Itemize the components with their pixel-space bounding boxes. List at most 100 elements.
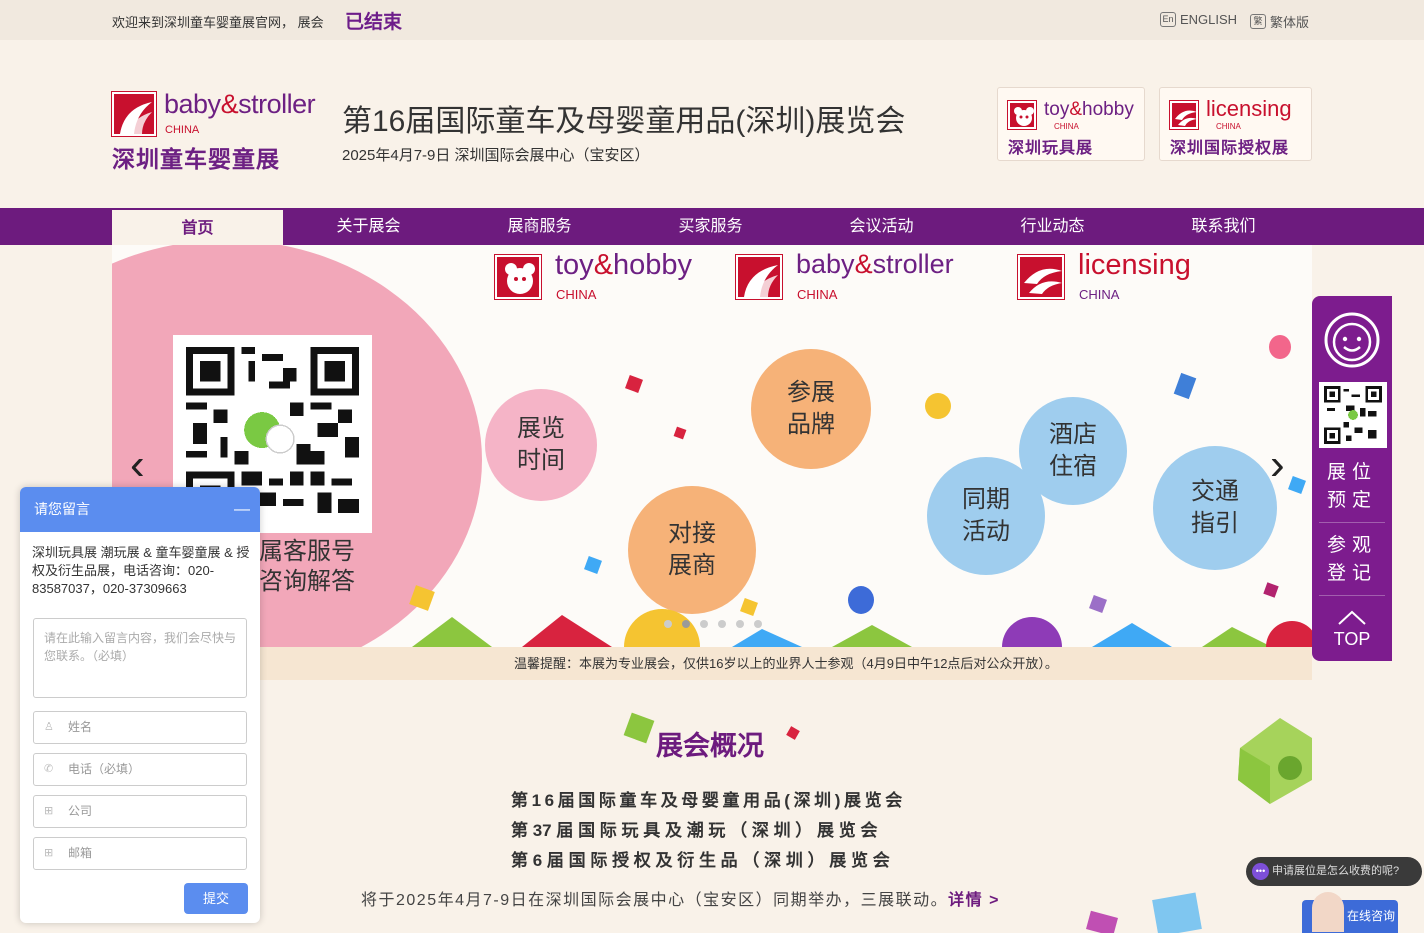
bubble-events[interactable]: 同期 活动 bbox=[927, 457, 1045, 575]
phone-icon: ✆ bbox=[44, 763, 54, 775]
letter-block-decoration bbox=[1173, 372, 1197, 400]
overview-line-2: 第 37 届 国 际 玩 具 及 潮 玩 （ 深 圳 ） 展 览 会 bbox=[511, 821, 878, 840]
submit-button[interactable]: 提交 bbox=[184, 883, 248, 914]
hero-banner[interactable]: 属客服号 咨询解答 toy&hobby CHINA baby&stroller … bbox=[112, 245, 1312, 647]
toy-hobby-chinese: 深圳玩具展 bbox=[1008, 140, 1094, 157]
nav-conferences[interactable]: 会议活动 bbox=[796, 208, 967, 245]
logo-english: baby&stroller bbox=[164, 89, 316, 119]
logo-china: CHINA bbox=[165, 124, 200, 136]
minimize-button[interactable]: — bbox=[234, 487, 250, 532]
banner-licensing-icon bbox=[1017, 254, 1065, 300]
toy-hobby-english: toy&hobby bbox=[1044, 99, 1134, 120]
top-bar: 欢迎来到深圳童车婴童展官网， 展会 已结束 En ENGLISH 繁 繁体版 bbox=[0, 0, 1424, 40]
banner-licensing-english: licensing bbox=[1078, 249, 1191, 281]
pink-balloon-decoration bbox=[1269, 335, 1291, 359]
message-textarea[interactable]: 请在此输入留言内容，我们会尽快与您联系。（必填） bbox=[33, 618, 247, 698]
red-cube-icon bbox=[786, 726, 800, 740]
nav-exhibitor-services[interactable]: 展商服务 bbox=[454, 208, 625, 245]
banner-dot[interactable] bbox=[700, 620, 708, 628]
company-field[interactable]: ⊞ 公司 bbox=[33, 795, 247, 828]
chevron-up-icon bbox=[1338, 610, 1366, 625]
banner-next-arrow[interactable]: › bbox=[1270, 440, 1285, 490]
nav-contact[interactable]: 联系我们 bbox=[1138, 208, 1309, 245]
banner-stroller-icon bbox=[735, 254, 783, 300]
nav-about[interactable]: 关于展会 bbox=[283, 208, 454, 245]
bubble-exhibition-time[interactable]: 展览 时间 bbox=[485, 389, 597, 501]
email-field[interactable]: ⊞ 邮箱 bbox=[33, 837, 247, 870]
banner-dot[interactable] bbox=[682, 620, 690, 628]
red-shape-decoration bbox=[673, 426, 687, 440]
green-cube-decoration bbox=[1238, 718, 1312, 804]
banner-licensing-china: CHINA bbox=[1079, 287, 1120, 302]
banner-toy-hobby-china: CHINA bbox=[556, 287, 597, 302]
main-nav: 首页 关于展会 展商服务 买家服务 会议活动 行业动态 联系我们 bbox=[0, 208, 1424, 245]
booth-reservation-link[interactable]: 展位 预定 bbox=[1312, 459, 1392, 515]
visitor-registration-link[interactable]: 参观 登记 bbox=[1312, 532, 1392, 588]
banner-dot[interactable] bbox=[664, 620, 672, 628]
lang-traditional-label: 繁体版 bbox=[1270, 15, 1310, 30]
back-to-top-button[interactable]: TOP bbox=[1312, 629, 1392, 650]
overview-more-link[interactable]: 详情 > bbox=[948, 892, 1000, 909]
service-text: 属客服号 咨询解答 bbox=[259, 538, 355, 595]
side-divider bbox=[1319, 595, 1385, 596]
yellow-balloon-decoration bbox=[925, 393, 951, 419]
licensing-mark-icon bbox=[1169, 100, 1199, 130]
overview-title: 展会概况 bbox=[656, 731, 764, 761]
red-cube-decoration bbox=[625, 375, 643, 393]
nav-buyer-services[interactable]: 买家服务 bbox=[625, 208, 796, 245]
banner-baby-stroller-english: baby&stroller bbox=[796, 249, 954, 279]
form-header: 请您留言 — bbox=[20, 487, 260, 532]
banner-prev-arrow[interactable]: ‹ bbox=[130, 440, 145, 490]
chat-prompt-bubble[interactable]: ••• 申请展位是怎么收费的呢? bbox=[1246, 857, 1422, 886]
side-divider bbox=[1319, 522, 1385, 523]
online-consult-label: 在线咨询 bbox=[1347, 909, 1396, 923]
customer-service-icon[interactable] bbox=[1322, 310, 1382, 370]
banner-pagination bbox=[664, 620, 762, 628]
teddy-bear-icon bbox=[1007, 100, 1037, 130]
banner-baby-stroller-china: CHINA bbox=[797, 287, 838, 302]
email-icon: ⊞ bbox=[44, 847, 54, 859]
notice-bar: 温馨提醒：本展为专业展会，仅供16岁以上的业界人士参观（4月9日中午12点后对公… bbox=[260, 647, 1312, 680]
lang-traditional-link[interactable]: 繁 繁体版 bbox=[1250, 12, 1309, 31]
toy-hobby-logo-link[interactable]: toy&hobby CHINA 深圳玩具展 bbox=[997, 87, 1145, 161]
blue-block-decoration bbox=[1152, 892, 1202, 933]
chat-prompt-text: 申请展位是怎么收费的呢? bbox=[1272, 865, 1400, 877]
form-intro: 深圳玩具展 潮玩展 & 童车婴童展 & 授权及衍生品展，电话咨询：020-835… bbox=[32, 545, 250, 596]
banner-dot[interactable] bbox=[736, 620, 744, 628]
agent-avatar bbox=[1312, 892, 1344, 932]
side-float-bar: 展位 预定 参观 登记 TOP bbox=[1312, 296, 1392, 661]
lang-english-link[interactable]: En ENGLISH bbox=[1160, 12, 1237, 27]
welcome-text: 欢迎来到深圳童车婴童展官网， 展会 bbox=[112, 15, 324, 30]
phone-field[interactable]: ✆ 电话（必填） bbox=[33, 753, 247, 786]
chat-icon: ••• bbox=[1252, 863, 1269, 880]
overview-line-3: 第 6 届 国 际 授 权 及 衍 生 品 （ 深 圳 ） 展 览 会 bbox=[511, 851, 890, 870]
user-icon: ♙ bbox=[44, 721, 54, 733]
toy-blocks-decoration bbox=[412, 609, 1312, 647]
licensing-english: licensing bbox=[1206, 96, 1292, 121]
bubble-traffic[interactable]: 交通 指引 bbox=[1153, 446, 1277, 570]
nav-home[interactable]: 首页 bbox=[112, 208, 283, 245]
logo-chinese: 深圳童车婴童展 bbox=[112, 146, 280, 172]
banner-teddy-icon bbox=[494, 254, 542, 300]
status-text: 已结束 bbox=[345, 12, 403, 33]
bubble-exhibitors[interactable]: 对接 展商 bbox=[628, 486, 756, 614]
banner-dot[interactable] bbox=[718, 620, 726, 628]
licensing-chinese: 深圳国际授权展 bbox=[1170, 140, 1290, 157]
company-icon: ⊞ bbox=[44, 805, 54, 817]
form-title: 请您留言 bbox=[34, 501, 90, 517]
licensing-logo-link[interactable]: licensing CHINA 深圳国际授权展 bbox=[1159, 87, 1312, 161]
licensing-china: CHINA bbox=[1216, 122, 1241, 131]
magenta-cube-decoration bbox=[1263, 582, 1279, 598]
logo-mark-icon bbox=[111, 91, 157, 137]
overview-description: 将于2025年4月7-9日在深圳国际会展中心（宝安区）同期举办，三展联动。详情 … bbox=[361, 892, 1000, 909]
banner-dot[interactable] bbox=[754, 620, 762, 628]
right-blue-cube-decoration bbox=[1288, 476, 1306, 494]
side-qr-code bbox=[1319, 382, 1387, 448]
nav-industry-news[interactable]: 行业动态 bbox=[967, 208, 1138, 245]
blue-cube-decoration bbox=[584, 556, 602, 574]
toy-hobby-china: CHINA bbox=[1054, 122, 1079, 131]
event-title: 第16届国际童车及母婴童用品(深圳)展览会 bbox=[342, 105, 906, 138]
bubble-brands[interactable]: 参展 品牌 bbox=[751, 349, 871, 469]
name-field[interactable]: ♙ 姓名 bbox=[33, 711, 247, 744]
online-consult-button[interactable]: 在线咨询 bbox=[1302, 892, 1398, 933]
